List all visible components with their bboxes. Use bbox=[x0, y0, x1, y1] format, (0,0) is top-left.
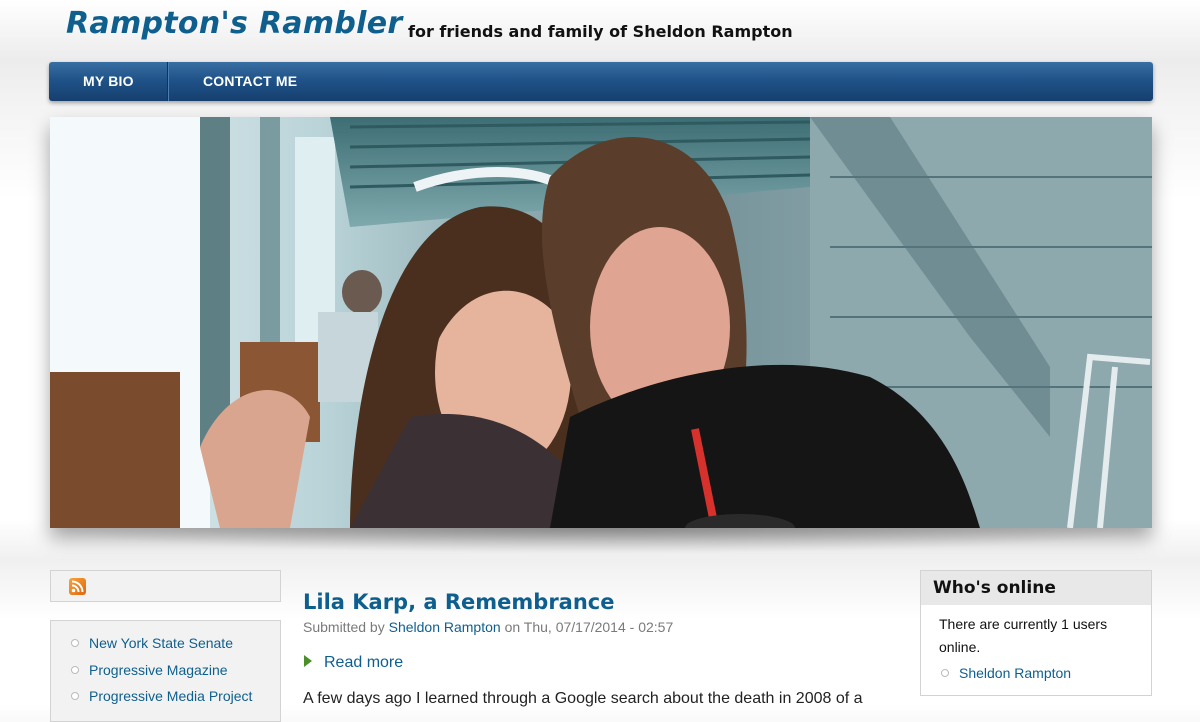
bullet-icon bbox=[71, 692, 79, 701]
link-progressive-magazine[interactable]: Progressive Magazine bbox=[89, 662, 228, 678]
site-name-link[interactable]: Rampton's Rambler bbox=[66, 6, 402, 41]
submitted-prefix: Submitted by bbox=[303, 619, 385, 635]
list-item: Progressive Magazine bbox=[71, 660, 228, 680]
read-more: Read more bbox=[304, 654, 403, 672]
banner-photo bbox=[50, 117, 1152, 528]
links-block: New York State Senate Progressive Magazi… bbox=[50, 620, 281, 722]
author-link[interactable]: Sheldon Rampton bbox=[389, 619, 501, 635]
rss-block bbox=[50, 570, 281, 602]
whos-online-text: There are currently 1 users online. bbox=[939, 616, 1108, 655]
article-title-link[interactable]: Lila Karp, a Remembrance bbox=[303, 590, 614, 614]
bullet-icon bbox=[941, 669, 949, 678]
read-more-link[interactable]: Read more bbox=[324, 654, 403, 671]
nav-divider bbox=[167, 62, 168, 101]
site-slogan: for friends and family of Sheldon Rampto… bbox=[408, 22, 793, 41]
whos-online-block: Who's online There are currently 1 users… bbox=[920, 570, 1152, 696]
whos-online-title: Who's online bbox=[921, 571, 1151, 605]
online-user-item: Sheldon Rampton bbox=[941, 665, 1071, 681]
main-nav: MY BIO CONTACT ME bbox=[49, 62, 1153, 101]
link-new-york-state-senate[interactable]: New York State Senate bbox=[89, 635, 233, 651]
nav-item-my-bio[interactable]: MY BIO bbox=[83, 62, 134, 101]
submitted-date: on Thu, 07/17/2014 - 02:57 bbox=[504, 619, 674, 635]
link-progressive-media-project[interactable]: Progressive Media Project bbox=[89, 688, 252, 704]
arrow-right-icon bbox=[304, 654, 312, 667]
bullet-icon bbox=[71, 639, 79, 648]
nav-item-contact-me[interactable]: CONTACT ME bbox=[203, 62, 297, 101]
bullet-icon bbox=[71, 666, 79, 675]
banner-shadow bbox=[40, 528, 1162, 554]
list-item: New York State Senate bbox=[71, 633, 233, 653]
online-user-link[interactable]: Sheldon Rampton bbox=[959, 665, 1071, 681]
list-item: Progressive Media Project bbox=[71, 686, 252, 706]
rss-feed-icon[interactable] bbox=[69, 578, 86, 595]
article-body: A few days ago I learned through a Googl… bbox=[303, 690, 863, 707]
article-submitted: Submitted by Sheldon Rampton on Thu, 07/… bbox=[303, 619, 673, 635]
